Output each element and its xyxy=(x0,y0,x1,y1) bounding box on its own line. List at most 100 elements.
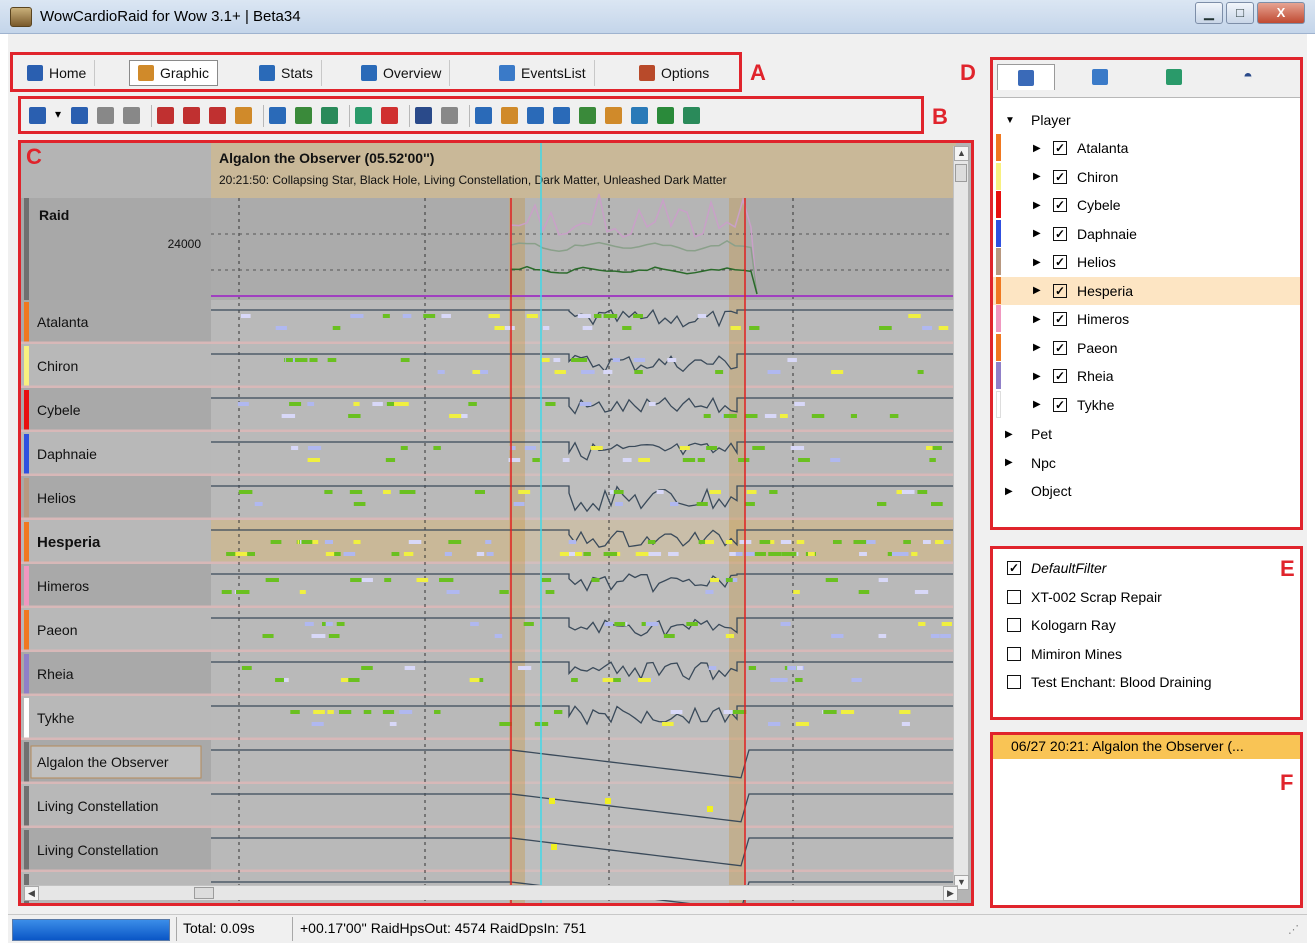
player-checkbox[interactable]: ✓ xyxy=(1053,141,1067,155)
tree-node-player-item[interactable]: ▶ ✓ Tykhe xyxy=(993,390,1300,419)
player-checkbox[interactable]: ✓ xyxy=(1053,283,1067,298)
tab-eventslist[interactable]: EventsList xyxy=(491,60,595,86)
span-icon[interactable] xyxy=(235,107,252,124)
tree-node-group[interactable]: ▶ Pet xyxy=(993,420,1300,448)
player-checkbox[interactable]: ✓ xyxy=(1053,369,1067,383)
save-icon[interactable] xyxy=(29,107,46,124)
cross-icon[interactable] xyxy=(209,107,226,124)
collapsed-arrow-icon[interactable]: ▶ xyxy=(1033,257,1045,268)
tab-graphic[interactable]: Graphic xyxy=(129,60,219,86)
horizontal-scrollbar[interactable]: ◀ ▶ xyxy=(24,885,958,901)
collapsed-arrow-icon[interactable]: ▶ xyxy=(1033,314,1045,325)
zoom-icon[interactable] xyxy=(553,107,570,124)
tab-home[interactable]: Home xyxy=(19,60,96,86)
encounter-item[interactable]: 06/27 20:21: Algalon the Observer (... xyxy=(993,735,1300,759)
tab-options[interactable]: Options xyxy=(631,60,717,86)
tree-node-player-item[interactable]: ▶ ✓ Cybele xyxy=(993,191,1300,219)
chart-window-icon[interactable] xyxy=(269,107,286,124)
cross-range-icon[interactable] xyxy=(183,107,200,124)
collapsed-arrow-icon[interactable]: ▶ xyxy=(1033,399,1045,410)
tree-node-player-item[interactable]: ▶ ✓ Hesperia xyxy=(993,276,1300,305)
lines-icon[interactable] xyxy=(441,107,458,124)
tree-node-player-item[interactable]: ▶ ✓ Helios xyxy=(993,248,1300,276)
filter-checkbox[interactable] xyxy=(1007,589,1021,604)
tree-node-player-item[interactable]: ▶ ✓ Chiron xyxy=(993,162,1300,191)
minimize-button[interactable]: ▁ xyxy=(1195,2,1223,24)
filter-checkbox[interactable] xyxy=(1007,646,1021,661)
filter-item[interactable]: ✓ DefaultFilter xyxy=(1007,555,1106,581)
chart-view-4-icon[interactable] xyxy=(657,107,674,124)
search-icon[interactable] xyxy=(475,107,492,124)
filter-item[interactable]: Test Enchant: Blood Draining xyxy=(1007,669,1212,695)
cross-zoom-icon[interactable] xyxy=(157,107,174,124)
scroll-up-button[interactable]: ▲ xyxy=(954,146,969,161)
player-checkbox[interactable]: ✓ xyxy=(1053,340,1067,355)
filter-checkbox[interactable]: ✓ xyxy=(1007,561,1021,575)
tab-overview[interactable]: Overview xyxy=(353,60,451,86)
collapsed-arrow-icon[interactable]: ▶ xyxy=(1033,285,1045,296)
export-icon[interactable] xyxy=(123,107,140,124)
collapsed-arrow-icon[interactable]: ▶ xyxy=(1005,486,1017,497)
tree-tab-comment[interactable]: ◓ xyxy=(1219,64,1277,90)
collapsed-arrow-icon[interactable]: ▶ xyxy=(1005,429,1017,440)
player-checkbox[interactable]: ✓ xyxy=(1053,255,1067,269)
dropdown-arrow-icon[interactable]: ▾ xyxy=(55,107,63,124)
filter-checkbox[interactable] xyxy=(1007,675,1021,689)
resize-grip-icon[interactable]: ⋰ xyxy=(1288,923,1299,936)
tree-tab-chart[interactable] xyxy=(1071,64,1129,90)
tree-node-player-item[interactable]: ▶ ✓ Rheia xyxy=(993,362,1300,390)
tree-node-player-item[interactable]: ▶ ✓ Daphnaie xyxy=(993,219,1300,248)
chart-view-2-icon[interactable] xyxy=(605,107,622,124)
tab-stats[interactable]: Stats xyxy=(251,60,322,86)
split-icon[interactable] xyxy=(381,107,398,124)
filter-checkbox[interactable] xyxy=(1007,618,1021,632)
collapsed-arrow-icon[interactable]: ▶ xyxy=(1033,200,1045,211)
collapsed-arrow-icon[interactable]: ▶ xyxy=(1005,457,1017,468)
event-marker xyxy=(448,540,462,544)
chart-view-5-icon[interactable] xyxy=(683,107,700,124)
graph-panel[interactable]: Algalon the Observer (05.52'00'') 20:21:5… xyxy=(18,140,974,906)
collapsed-arrow-icon[interactable]: ▶ xyxy=(1033,143,1045,154)
tree-node-player-item[interactable]: ▶ ✓ Paeon xyxy=(993,333,1300,362)
find-player-icon[interactable] xyxy=(527,107,544,124)
refresh-icon[interactable] xyxy=(415,107,432,124)
tree-node-player-item[interactable]: ▶ ✓ Himeros xyxy=(993,305,1300,333)
event-marker xyxy=(470,622,479,626)
filter-item[interactable]: XT-002 Scrap Repair xyxy=(1007,584,1162,610)
timeline-graph[interactable]: Algalon the Observer (05.52'00'') 20:21:5… xyxy=(21,143,971,903)
tree-node-player[interactable]: ▼ Player xyxy=(993,106,1300,134)
collapsed-arrow-icon[interactable]: ▶ xyxy=(1033,171,1045,182)
vertical-scrollbar[interactable]: ▲ ▼ xyxy=(953,146,969,890)
chart-view-3-icon[interactable] xyxy=(631,107,648,124)
event-marker xyxy=(769,490,778,494)
player-checkbox[interactable]: ✓ xyxy=(1053,226,1067,241)
scroll-left-button[interactable]: ◀ xyxy=(24,886,39,901)
maximize-button[interactable]: □ xyxy=(1226,2,1254,24)
tree-node-group[interactable]: ▶ Object xyxy=(993,477,1300,505)
vertical-scroll-thumb[interactable] xyxy=(955,164,967,182)
chart-line-icon[interactable] xyxy=(321,107,338,124)
graph-icon[interactable] xyxy=(355,107,372,124)
filter-item[interactable]: Mimiron Mines xyxy=(1007,641,1122,667)
player-checkbox[interactable]: ✓ xyxy=(1053,198,1067,212)
player-checkbox[interactable]: ✓ xyxy=(1053,397,1067,412)
chart-add-icon[interactable] xyxy=(295,107,312,124)
tree-tab-list[interactable] xyxy=(997,64,1055,90)
chart-view-1-icon[interactable] xyxy=(579,107,596,124)
horizontal-scroll-thumb[interactable] xyxy=(194,887,214,899)
tree-node-group[interactable]: ▶ Npc xyxy=(993,449,1300,477)
expanded-arrow-icon[interactable]: ▼ xyxy=(1005,115,1017,126)
close-button[interactable]: X xyxy=(1257,2,1305,24)
player-checkbox[interactable]: ✓ xyxy=(1053,312,1067,326)
collapsed-arrow-icon[interactable]: ▶ xyxy=(1033,342,1045,353)
collapsed-arrow-icon[interactable]: ▶ xyxy=(1033,228,1045,239)
hourglass-icon[interactable] xyxy=(97,107,114,124)
tree-tab-graph[interactable] xyxy=(1145,64,1203,90)
player-checkbox[interactable]: ✓ xyxy=(1053,169,1067,184)
filter-item[interactable]: Kologarn Ray xyxy=(1007,612,1116,638)
collapsed-arrow-icon[interactable]: ▶ xyxy=(1033,371,1045,382)
tree-node-player-item[interactable]: ▶ ✓ Atalanta xyxy=(993,134,1300,162)
filter-icon[interactable] xyxy=(501,107,518,124)
scroll-right-button[interactable]: ▶ xyxy=(943,886,958,901)
save-small-icon[interactable] xyxy=(71,107,88,124)
